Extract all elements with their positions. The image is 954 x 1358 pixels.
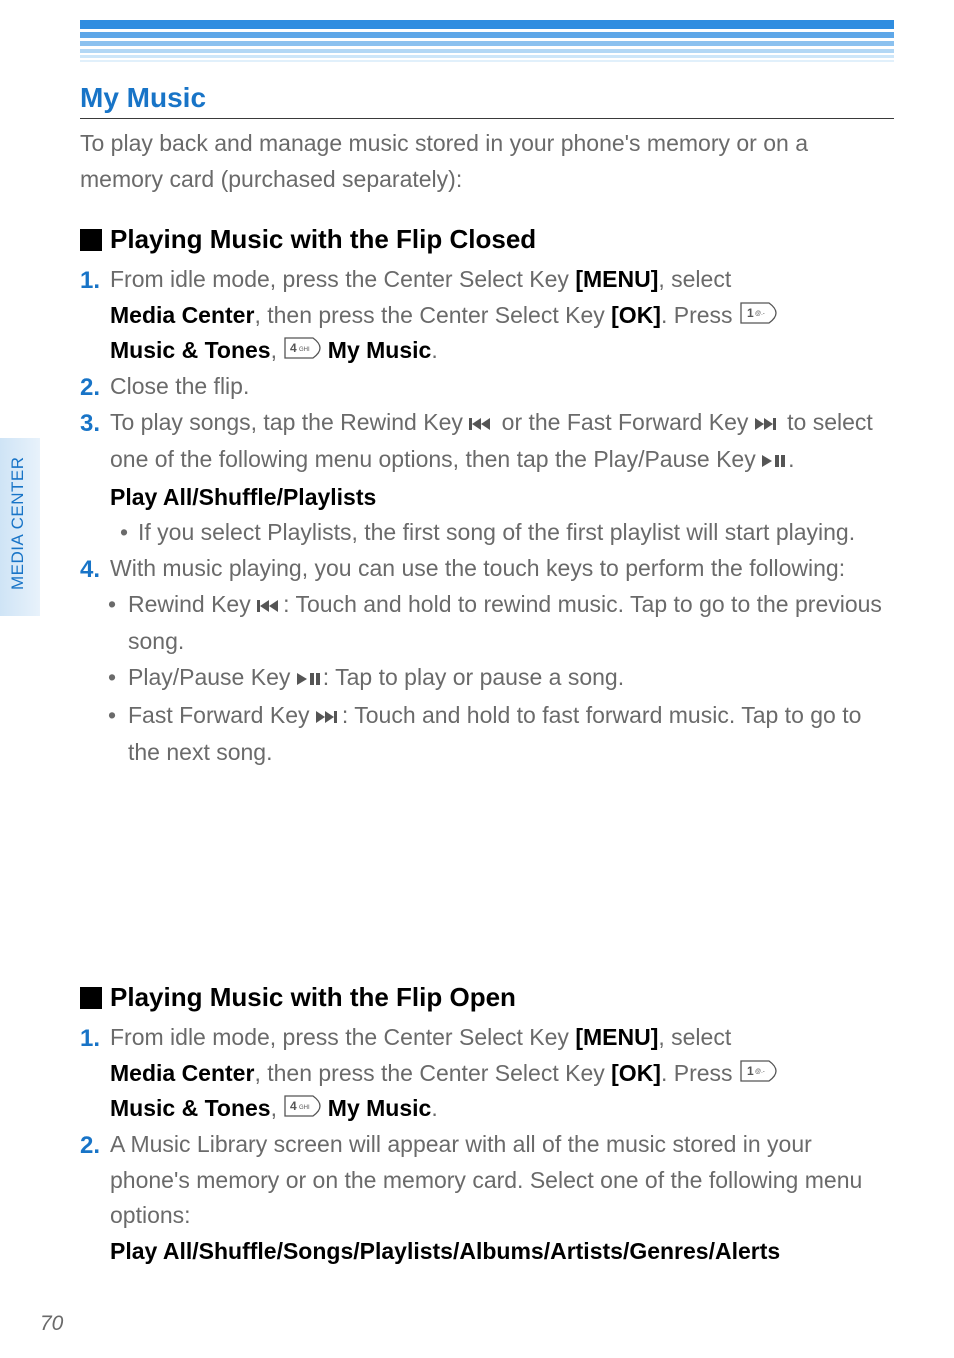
step-text: , select [658, 1024, 731, 1050]
svg-text:1: 1 [747, 306, 754, 320]
rewind-icon [257, 589, 283, 625]
square-bullet-icon [80, 987, 102, 1009]
section-underline [80, 118, 894, 119]
step-text: , select [658, 266, 731, 292]
keycap-1-icon: 1@.- [739, 1059, 777, 1083]
step-1-open: 1. From idle mode, press the Center Sele… [80, 1020, 894, 1127]
step-number: 4. [80, 551, 100, 588]
subheading-flip-closed: Playing Music with the Flip Closed [80, 224, 536, 255]
page-number: 70 [40, 1312, 63, 1336]
step-2: 2. Close the flip. [80, 369, 894, 405]
step-text: Close the flip. [110, 373, 249, 399]
step-number: 2. [80, 369, 100, 406]
keycap-1-icon: 1@.- [739, 301, 777, 325]
fast-forward-icon [316, 700, 342, 736]
step-number: 1. [80, 1020, 100, 1057]
bullet-text: Fast Forward Key [128, 702, 316, 728]
step-text: To play songs, tap the Rewind Key [110, 409, 469, 435]
step-text: or the Fast Forward Key [495, 409, 754, 435]
subheading-text: Playing Music with the Flip Open [110, 982, 516, 1013]
ok-label: [OK] [611, 1060, 661, 1086]
step-text: , [271, 1095, 284, 1121]
steps-flip-open: 1. From idle mode, press the Center Sele… [80, 1020, 894, 1269]
keycap-4-icon: 4GHI [283, 1094, 321, 1118]
step-2-open: 2. A Music Library screen will appear wi… [80, 1127, 894, 1234]
menu-label: [MENU] [575, 1024, 658, 1050]
svg-text:4: 4 [290, 341, 297, 355]
rewind-icon [469, 407, 495, 443]
my-music-label: My Music [328, 337, 432, 363]
subheading-flip-open: Playing Music with the Flip Open [80, 982, 516, 1013]
play-pause-icon [762, 444, 788, 480]
media-center-label: Media Center [110, 1060, 254, 1086]
step-text: From idle mode, press the Center Select … [110, 1024, 575, 1050]
bullet-rewind: Rewind Key : Touch and hold to rewind mu… [80, 587, 894, 660]
step-1: 1. From idle mode, press the Center Sele… [80, 262, 894, 369]
square-bullet-icon [80, 229, 102, 251]
my-music-label: My Music [328, 1095, 432, 1121]
play-pause-icon [297, 662, 323, 698]
step-3: 3. To play songs, tap the Rewind Key or … [80, 405, 894, 480]
step-number: 2. [80, 1127, 100, 1164]
section-title: My Music [80, 82, 206, 114]
step-text: From idle mode, press the Center Select … [110, 266, 575, 292]
bullet-playpause: Play/Pause Key : Tap to play or pause a … [80, 660, 894, 698]
svg-text:1: 1 [747, 1064, 754, 1078]
svg-text:GHI: GHI [299, 347, 310, 353]
keycap-4-icon: 4GHI [283, 336, 321, 360]
play-all-options: Play All/Shuffle/Playlists [80, 480, 894, 516]
fast-forward-icon [755, 407, 781, 443]
ok-label: [OK] [611, 302, 661, 328]
step-text: , then press the Center Select Key [254, 1060, 611, 1086]
step-text: . [788, 446, 794, 472]
step-text: A Music Library screen will appear with … [110, 1131, 862, 1228]
step-number: 1. [80, 262, 100, 299]
step-text: . Press [661, 1060, 739, 1086]
step-text: , [271, 337, 284, 363]
intro-paragraph: To play back and manage music stored in … [80, 126, 894, 197]
music-tones-label: Music & Tones [110, 337, 271, 363]
header-stripes [80, 20, 894, 68]
step-number: 3. [80, 405, 100, 442]
step-text: . [431, 1095, 437, 1121]
playlists-note: If you select Playlists, the first song … [80, 515, 894, 551]
bullet-text: Play/Pause Key [128, 664, 297, 690]
step-text: . [431, 337, 437, 363]
step-text: With music playing, you can use the touc… [110, 555, 845, 581]
play-all-options-open: Play All/Shuffle/Songs/Playlists/Albums/… [80, 1234, 894, 1270]
steps-flip-closed: 1. From idle mode, press the Center Sele… [80, 262, 894, 771]
menu-label: [MENU] [575, 266, 658, 292]
svg-text:@.-: @.- [755, 1069, 765, 1075]
bullet-fastforward: Fast Forward Key : Touch and hold to fas… [80, 698, 894, 771]
music-tones-label: Music & Tones [110, 1095, 271, 1121]
svg-text:@.-: @.- [755, 311, 765, 317]
svg-text:4: 4 [290, 1099, 297, 1113]
step-text: . Press [661, 302, 739, 328]
bullet-text: Rewind Key [128, 591, 257, 617]
step-4: 4. With music playing, you can use the t… [80, 551, 894, 587]
media-center-label: Media Center [110, 302, 254, 328]
svg-text:GHI: GHI [299, 1105, 310, 1111]
bullet-text: : Tap to play or pause a song. [323, 664, 624, 690]
step-text: , then press the Center Select Key [254, 302, 611, 328]
sidebar-label: MEDIA CENTER [8, 456, 28, 590]
subheading-text: Playing Music with the Flip Closed [110, 224, 536, 255]
